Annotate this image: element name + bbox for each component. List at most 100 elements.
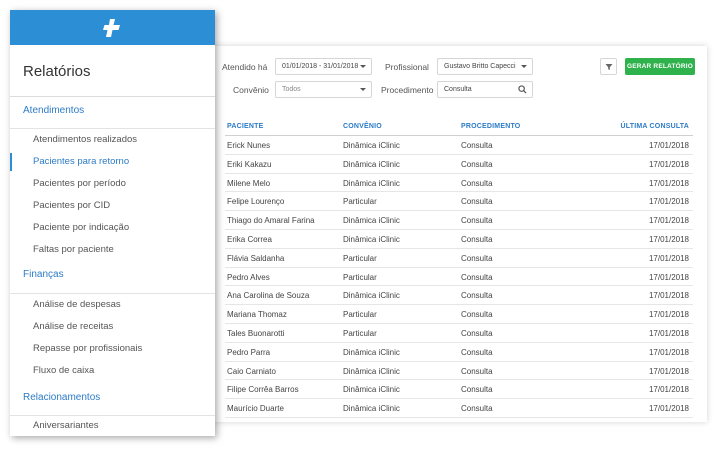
- table-row[interactable]: Felipe Lourenço Particular Consulta 17/01/2…: [225, 192, 693, 212]
- cell-patient: Caio Carniato: [227, 366, 276, 376]
- insurance-value: Todos: [282, 86, 301, 93]
- section-heading-financas[interactable]: Finanças: [23, 269, 64, 280]
- cell-patient: Erick Nunes: [227, 141, 271, 150]
- cell-procedure: Consulta: [461, 141, 493, 150]
- reports-sidebar: Relatórios Atendimentos Atendimentos rea…: [10, 10, 215, 436]
- cell-last-visit: 17/01/2018: [648, 347, 689, 357]
- cell-procedure: Consulta: [461, 159, 493, 169]
- cell-patient: Erika Correa: [227, 234, 272, 244]
- patients-table: PACIENTE CONVÊNIO PROCEDIMENTO ÚLTIMA CO…: [225, 120, 693, 418]
- cell-last-visit: 17/01/2018: [648, 385, 689, 395]
- cell-patient: Milene Melo: [227, 178, 271, 188]
- table-row[interactable]: Milene Melo Dinâmica iClinic Consulta 17/01…: [225, 174, 693, 193]
- cell-insurance: Particular: [343, 197, 377, 207]
- sidebar-item-analise-de-despesas[interactable]: Análise de despesas: [10, 294, 215, 316]
- cell-insurance: Dinâmica iClinic: [343, 347, 400, 357]
- cell-last-visit: 17/01/2018: [648, 197, 689, 207]
- column-header-procedure[interactable]: PROCEDIMENTO: [461, 123, 520, 130]
- cell-last-visit: 17/01/2018: [648, 253, 689, 263]
- sidebar-item-label: Pacientes por CID: [33, 200, 111, 211]
- attended-label: Atendido há: [222, 62, 268, 72]
- column-header-last-visit[interactable]: ÚLTIMA CONSULTA: [621, 123, 689, 130]
- table-row[interactable]: Filipe Corrêa Barros Dinâmica iClinic Cons…: [225, 380, 693, 400]
- cell-procedure: Consulta: [461, 272, 493, 282]
- procedure-label: Procedimento: [381, 85, 434, 95]
- sidebar-item-label: Pacientes para retorno: [33, 156, 130, 167]
- sidebar-item-pacientes-por-cid[interactable]: Pacientes por CID: [10, 195, 215, 217]
- column-header-insurance[interactable]: CONVÊNIO: [343, 123, 382, 130]
- table-row[interactable]: Caio Carniato Dinâmica iClinic Consulta 17/…: [225, 362, 693, 381]
- sidebar-item-faltas-por-paciente[interactable]: Faltas por paciente: [10, 239, 215, 261]
- chevron-down-icon: [521, 65, 527, 68]
- table-row[interactable]: Ana Carolina de Souza Dinâmica iClinic Con…: [225, 286, 693, 306]
- sidebar-item-label: Faltas por paciente: [33, 244, 114, 255]
- cell-patient: Tales Buonarotti: [227, 328, 285, 338]
- cell-last-visit: 17/01/2018: [648, 328, 689, 338]
- sidebar-item-paciente-por-indicacao[interactable]: Paciente por indicação: [10, 217, 215, 239]
- table-body: Erick Nunes Dinâmica iClinic Consulta 17/01…: [225, 136, 693, 418]
- sidebar-item-repasse-por-profissionais[interactable]: Repasse por profissionais: [10, 338, 215, 360]
- insurance-select[interactable]: Todos: [275, 81, 372, 98]
- table-row[interactable]: Flávia Saldanha Particular Consulta 17/01/2…: [225, 249, 693, 268]
- cell-last-visit: 17/01/2018: [648, 178, 689, 188]
- column-header-patient[interactable]: PACIENTE: [227, 123, 263, 130]
- professional-value: Gustavo Britto Capecci: [444, 63, 516, 70]
- sidebar-item-analise-de-receitas[interactable]: Análise de receitas: [10, 316, 215, 338]
- sidebar-item-label: Repasse por profissionais: [33, 343, 143, 354]
- sidebar-item-label: Aniversariantes: [33, 420, 99, 431]
- insurance-label: Convênio: [233, 85, 269, 95]
- cell-last-visit: 17/01/2018: [648, 159, 689, 169]
- sidebar-item-pacientes-para-retorno[interactable]: Pacientes para retorno: [10, 151, 215, 173]
- cell-patient: Maurício Duarte: [227, 404, 284, 414]
- cell-procedure: Consulta: [461, 385, 493, 395]
- cell-procedure: Consulta: [461, 328, 493, 338]
- generate-report-button[interactable]: GERAR RELATÓRIO: [625, 58, 695, 75]
- table-row[interactable]: Pedro Parra Dinâmica iClinic Consulta 17/01…: [225, 343, 693, 362]
- cell-procedure: Consulta: [461, 253, 493, 263]
- table-row[interactable]: Erick Nunes Dinâmica iClinic Consulta 17/01…: [225, 136, 693, 155]
- section-heading-atendimentos[interactable]: Atendimentos: [23, 105, 84, 116]
- table-row[interactable]: Mariana Thomaz Particular Consulta 17/01/20…: [225, 305, 693, 324]
- sidebar-item-pacientes-por-periodo[interactable]: Pacientes por período: [10, 173, 215, 195]
- cell-last-visit: 17/01/2018: [648, 310, 689, 320]
- cell-insurance: Dinâmica iClinic: [343, 385, 400, 395]
- chevron-down-icon: [360, 88, 366, 91]
- sidebar-item-label: Atendimentos realizados: [33, 134, 138, 145]
- table-row[interactable]: Tales Buonarotti Particular Consulta 17/01/…: [225, 324, 693, 343]
- cell-last-visit: 17/01/2018: [648, 404, 689, 414]
- cell-patient: Ana Carolina de Souza: [227, 291, 310, 301]
- cell-last-visit: 17/01/2018: [648, 141, 689, 150]
- filter-bar: Atendido há 01/01/2018 - 31/01/2018 Prof…: [205, 46, 707, 108]
- professional-label: Profissional: [385, 62, 429, 72]
- app-screen: Atendido há 01/01/2018 - 31/01/2018 Prof…: [0, 0, 723, 450]
- cell-patient: Thiago do Amaral Farina: [227, 216, 315, 226]
- section-heading-relacionamentos[interactable]: Relacionamentos: [23, 392, 100, 403]
- cell-patient: Pedro Alves: [227, 272, 270, 282]
- table-row[interactable]: Thiago do Amaral Farina Dinâmica iClinic C…: [225, 211, 693, 230]
- table-row[interactable]: Eriki Kakazu Dinâmica iClinic Consulta 17/0…: [225, 155, 693, 174]
- table-header: PACIENTE CONVÊNIO PROCEDIMENTO ÚLTIMA CO…: [225, 120, 693, 136]
- professional-select[interactable]: Gustavo Britto Capecci: [437, 58, 533, 75]
- table-row[interactable]: Maurício Duarte Dinâmica iClinic Consulta 1…: [225, 399, 693, 418]
- cell-insurance: Particular: [343, 272, 377, 282]
- table-row[interactable]: Pedro Alves Particular Consulta 17/01/2018: [225, 268, 693, 287]
- cell-procedure: Consulta: [461, 404, 493, 414]
- procedure-search-input[interactable]: Consulta: [437, 81, 533, 98]
- cell-insurance: Dinâmica iClinic: [343, 404, 400, 414]
- cell-last-visit: 17/01/2018: [648, 366, 689, 376]
- cell-patient: Mariana Thomaz: [227, 310, 287, 320]
- sidebar-item-aniversariantes[interactable]: Aniversariantes: [10, 415, 215, 437]
- table-row[interactable]: Erika Correa Dinâmica iClinic Consulta 17/0…: [225, 230, 693, 249]
- sidebar-item-fluxo-de-caixa[interactable]: Fluxo de caixa: [10, 360, 215, 382]
- cell-patient: Eriki Kakazu: [227, 159, 272, 169]
- filter-button[interactable]: [600, 58, 617, 75]
- sidebar-item-atendimentos-realizados[interactable]: Atendimentos realizados: [10, 129, 215, 151]
- search-icon: [518, 85, 527, 94]
- date-range-select[interactable]: 01/01/2018 - 31/01/2018: [275, 58, 372, 75]
- cell-insurance: Particular: [343, 253, 377, 263]
- procedure-value: Consulta: [444, 86, 472, 93]
- sidebar-item-label: Paciente por indicação: [33, 222, 130, 233]
- cell-last-visit: 17/01/2018: [648, 216, 689, 226]
- cell-last-visit: 17/01/2018: [648, 291, 689, 301]
- cell-procedure: Consulta: [461, 291, 493, 301]
